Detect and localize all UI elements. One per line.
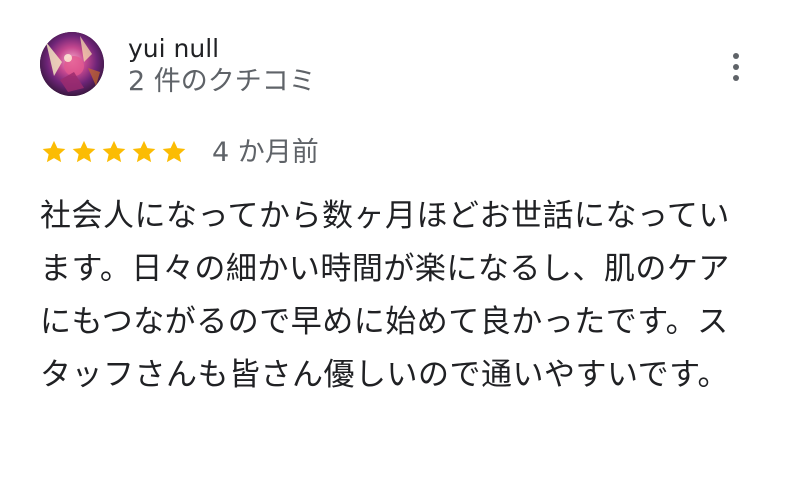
review-text: 社会人になってから数ヶ月ほどお世話になっています。日々の細かい時間が楽になるし、…: [40, 198, 730, 393]
review-header: yui null 2 件のクチコミ: [40, 30, 748, 98]
more-options-button[interactable]: [724, 50, 748, 84]
star-icon: [72, 140, 96, 163]
star-rating: [40, 138, 188, 168]
review-count: 2 件のクチコミ: [128, 66, 316, 97]
star-icon: [132, 140, 156, 163]
review-card: yui null 2 件のクチコミ 4 か月前 社会人になってから数ヶ月ほどお世…: [0, 0, 788, 488]
star-icon: [102, 140, 126, 163]
star-icon: [162, 140, 186, 163]
star-icon: [42, 140, 66, 163]
avatar[interactable]: [40, 32, 104, 96]
avatar-image: [40, 32, 104, 96]
rating-row: 4 か月前: [40, 134, 740, 174]
review-date: 4 か月前: [212, 137, 319, 168]
author-name[interactable]: yui null: [128, 34, 219, 64]
vertical-ellipsis-icon: [733, 53, 739, 81]
